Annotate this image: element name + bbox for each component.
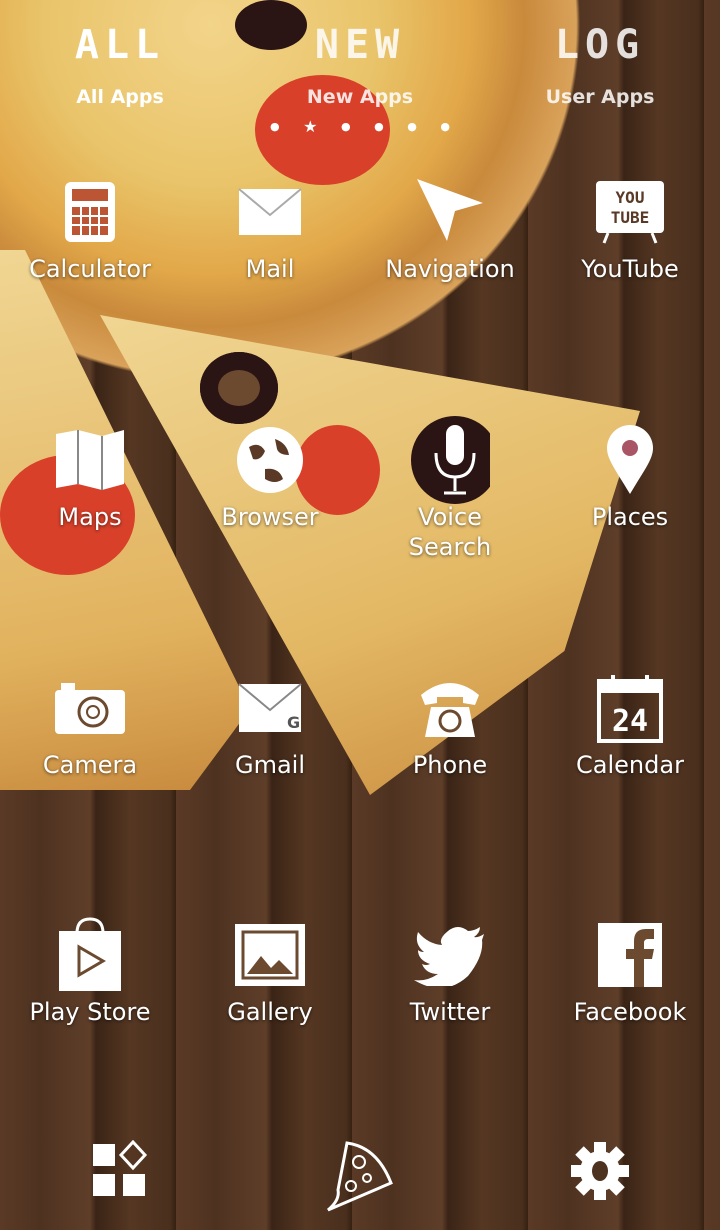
- calculator-icon: [50, 172, 130, 252]
- app-label: Play Store: [29, 998, 151, 1026]
- gmail-icon: G: [230, 668, 310, 748]
- app-label: Calculator: [29, 255, 151, 283]
- navigation-icon: [410, 172, 490, 252]
- app-label: Phone: [412, 751, 488, 779]
- app-phone[interactable]: Phone: [360, 668, 540, 780]
- svg-text:24: 24: [612, 704, 648, 739]
- microphone-icon: [410, 416, 490, 504]
- app-gmail[interactable]: G Gmail: [180, 668, 360, 780]
- app-drawer-icon: [91, 1139, 149, 1202]
- pizza-slice-icon: [323, 1140, 397, 1218]
- app-label: Maps: [58, 503, 122, 531]
- youtube-icon: YOU TUBE: [590, 172, 670, 252]
- globe-icon: [230, 420, 310, 500]
- app-navigation[interactable]: Navigation: [360, 172, 540, 284]
- app-label: Gmail: [234, 751, 306, 779]
- svg-text:YOU: YOU: [616, 188, 645, 207]
- app-places[interactable]: Places: [540, 420, 720, 532]
- app-label: Facebook: [573, 998, 687, 1026]
- tab-heading: LOG: [554, 22, 646, 68]
- app-voice-search[interactable]: Voice Search: [360, 416, 540, 562]
- tab-label: All Apps: [76, 86, 164, 108]
- app-facebook[interactable]: Facebook: [540, 915, 720, 1027]
- tab-all-apps[interactable]: ALL All Apps: [40, 20, 200, 108]
- dock-button[interactable]: [30, 1139, 210, 1202]
- app-calculator[interactable]: Calculator: [0, 172, 180, 284]
- app-twitter[interactable]: Twitter: [360, 915, 540, 1027]
- app-label: Voice Search: [408, 503, 492, 561]
- page-indicator: ● ★ ● ● ● ●: [270, 117, 450, 136]
- camera-icon: [50, 668, 130, 748]
- dock-button[interactable]: [510, 1140, 690, 1206]
- map-icon: [50, 420, 130, 500]
- app-maps[interactable]: Maps: [0, 420, 180, 532]
- svg-text:G: G: [287, 713, 300, 732]
- map-pin-icon: [590, 420, 670, 500]
- wallpaper-olive: [200, 352, 278, 424]
- dock-button[interactable]: [270, 1140, 450, 1218]
- app-camera[interactable]: Camera: [0, 668, 180, 780]
- app-mail[interactable]: Mail: [180, 172, 360, 284]
- calendar-icon: 24: [590, 668, 670, 748]
- app-gallery[interactable]: Gallery: [180, 915, 360, 1027]
- mail-icon: [230, 172, 310, 252]
- tab-heading: NEW: [314, 22, 406, 68]
- facebook-icon: [590, 915, 670, 995]
- app-calendar[interactable]: 24 Calendar: [540, 668, 720, 780]
- tab-label: User Apps: [545, 86, 655, 108]
- app-label: YouTube: [581, 255, 679, 283]
- app-play-store[interactable]: Play Store: [0, 915, 180, 1027]
- app-label: Camera: [42, 751, 138, 779]
- gear-icon: [569, 1140, 631, 1206]
- tab-new-apps[interactable]: NEW New Apps: [280, 20, 440, 108]
- tab-label: New Apps: [306, 86, 414, 108]
- app-label: Gallery: [227, 998, 313, 1026]
- app-youtube[interactable]: YOU TUBE YouTube: [540, 172, 720, 284]
- app-label: Places: [591, 503, 669, 531]
- tab-user-apps[interactable]: LOG User Apps: [520, 20, 680, 108]
- app-label: Mail: [245, 255, 295, 283]
- app-label: Calendar: [576, 751, 684, 779]
- phone-icon: [410, 668, 490, 748]
- app-label: Navigation: [385, 255, 515, 283]
- app-label: Twitter: [409, 998, 491, 1026]
- play-store-icon: [50, 915, 130, 995]
- gallery-icon: [230, 915, 310, 995]
- tab-heading: ALL: [74, 22, 166, 68]
- svg-text:TUBE: TUBE: [611, 208, 650, 227]
- app-browser[interactable]: Browser: [180, 420, 360, 532]
- twitter-icon: [410, 915, 490, 995]
- app-label: Browser: [221, 503, 319, 531]
